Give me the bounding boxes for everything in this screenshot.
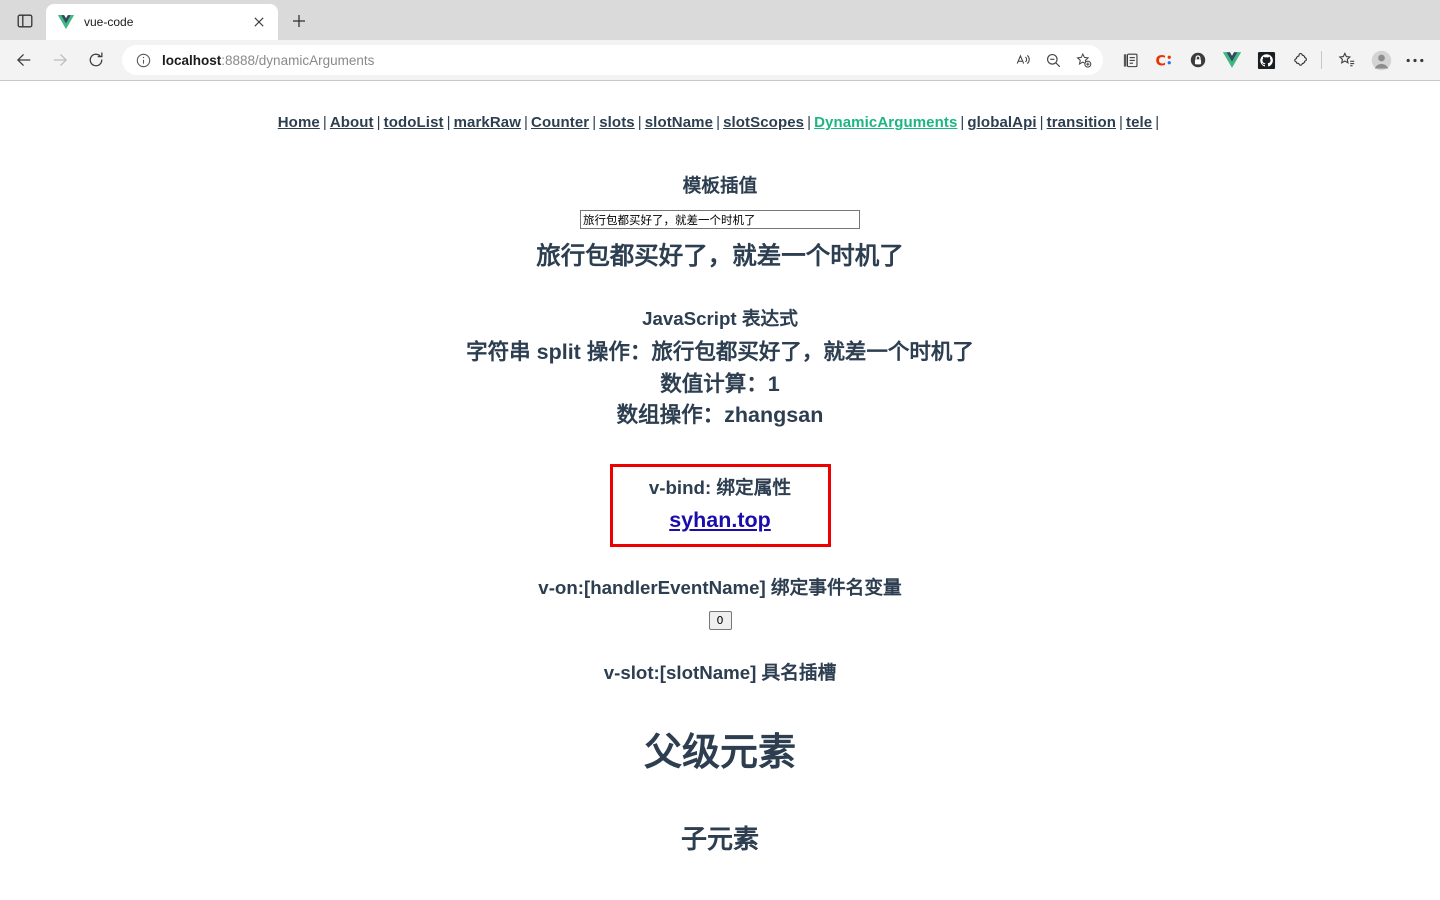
js-number-line: 数值计算：1 [660, 371, 780, 396]
url-path: :8888/dynamicArguments [221, 52, 375, 68]
syhan-top-link[interactable]: syhan.top [669, 508, 771, 533]
template-section-title: 模板插值 [682, 175, 758, 196]
more-ellipsis-icon[interactable] [1400, 45, 1430, 75]
nav-separator: | [446, 114, 451, 131]
javascript-expression-section: JavaScript 表达式 字符串 split 操作：旅行包都买好了，就差一个… [0, 308, 1440, 431]
zoom-out-icon[interactable] [1039, 46, 1067, 74]
browser-chrome: vue-code localhost:8888/dynamicArguments… [0, 0, 1440, 81]
v-on-title: v-on:[handlerEventName] 绑定事件名变量 [538, 577, 902, 599]
nav-link-slotname[interactable]: slotName [645, 114, 713, 131]
nav-link-counter[interactable]: Counter [531, 114, 589, 131]
vue-devtools-icon[interactable] [1217, 45, 1247, 75]
nav-separator: | [807, 114, 812, 131]
nav-link-markraw[interactable]: markRaw [454, 114, 521, 131]
template-interpolation-section: 模板插值 旅行包都买好了，就差一个时机了 [0, 175, 1440, 275]
tab-strip: vue-code [0, 0, 1440, 40]
vue-logo-icon [58, 14, 74, 30]
read-aloud-icon[interactable] [1009, 46, 1037, 74]
v-bind-title: v-bind: 绑定属性 [648, 476, 792, 498]
info-circle-icon[interactable] [132, 49, 154, 71]
counter-button[interactable]: 0 [708, 610, 732, 630]
js-section-title: JavaScript 表达式 [642, 307, 798, 329]
browser-tab[interactable]: vue-code [46, 4, 278, 40]
router-nav: Home | About | todoList | markRaw | Counter | slot… [0, 81, 1440, 132]
nav-link-about[interactable]: About [330, 114, 374, 131]
nav-separator: | [524, 114, 529, 131]
url-host: localhost [162, 52, 222, 68]
js-split-line: 字符串 split 操作：旅行包都买好了，就差一个时机了 [466, 340, 974, 365]
reload-icon[interactable] [80, 44, 112, 76]
v-bind-section: v-bind: 绑定属性 syhan.top [609, 463, 831, 548]
profile-avatar-icon[interactable] [1366, 45, 1396, 75]
svg-text:C: C [1155, 53, 1165, 69]
star-plus-icon[interactable] [1069, 46, 1097, 74]
nav-link-globalapi[interactable]: globalApi [967, 114, 1036, 131]
nav-link-transition[interactable]: transition [1047, 114, 1116, 131]
nav-separator: | [592, 114, 597, 131]
parent-element-heading: 父级元素 [643, 732, 796, 775]
nav-link-slots[interactable]: slots [599, 114, 635, 131]
tab-search-icon[interactable] [10, 6, 40, 36]
c-colon-extension-icon[interactable]: C [1149, 45, 1179, 75]
nav-link-tele[interactable]: tele [1126, 114, 1152, 131]
arrow-right-icon [44, 44, 76, 76]
child-element-heading: 子元素 [680, 823, 759, 854]
github-icon[interactable] [1251, 45, 1281, 75]
arrow-left-icon[interactable] [8, 44, 40, 76]
nav-separator: | [960, 114, 965, 131]
address-bar[interactable]: localhost:8888/dynamicArguments [122, 45, 1103, 75]
nav-link-home[interactable]: Home [278, 114, 320, 131]
close-icon[interactable] [248, 11, 270, 33]
nav-separator: | [1155, 114, 1160, 131]
nav-separator: | [376, 114, 381, 131]
nav-link-dynamicarguments[interactable]: DynamicArguments [814, 114, 957, 131]
nav-link-slotscopes[interactable]: slotScopes [723, 114, 804, 131]
toolbar-divider [1321, 51, 1322, 69]
page-content: Home | About | todoList | markRaw | Counter | slot… [0, 81, 1440, 900]
message-input[interactable] [580, 210, 860, 230]
url-text[interactable]: localhost:8888/dynamicArguments [162, 53, 1007, 68]
tab-title: vue-code [84, 15, 134, 29]
v-slot-title: v-slot:[slotName] 具名插槽 [603, 661, 837, 683]
collections-icon[interactable] [1115, 45, 1145, 75]
browser-toolbar: localhost:8888/dynamicArguments C [0, 40, 1440, 80]
plus-icon[interactable] [284, 6, 314, 36]
template-output-text: 旅行包都买好了，就差一个时机了 [536, 243, 904, 271]
nav-separator: | [637, 114, 642, 131]
nav-link-todolist[interactable]: todoList [384, 114, 444, 131]
lock-extension-icon[interactable] [1183, 45, 1213, 75]
nav-separator: | [1039, 114, 1044, 131]
puzzle-extensions-icon[interactable] [1285, 45, 1315, 75]
js-array-line: 数组操作：zhangsan [616, 402, 824, 427]
nav-separator: | [716, 114, 721, 131]
nav-separator: | [322, 114, 327, 131]
v-on-section: v-on:[handlerEventName] 绑定事件名变量 0 [0, 577, 1440, 630]
nav-separator: | [1118, 114, 1123, 131]
favorites-star-icon[interactable] [1332, 45, 1362, 75]
